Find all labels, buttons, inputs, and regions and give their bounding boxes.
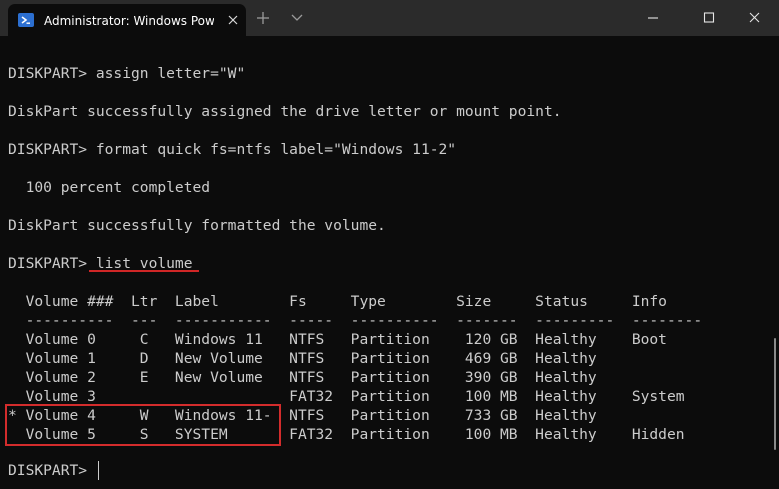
table-header: Volume ### Ltr Label Fs Type Size Status… — [8, 293, 667, 310]
terminal-window: Administrator: Windows PowerShell — [0, 0, 779, 489]
volume-highlight-box — [5, 404, 281, 446]
table-row: Volume 2 E New Volume NTFS Partition 390… — [8, 369, 597, 386]
close-icon[interactable] — [226, 13, 240, 27]
minimize-icon[interactable] — [644, 10, 662, 26]
scrollbar[interactable] — [774, 338, 776, 450]
tab-title: Administrator: Windows PowerShell — [44, 14, 214, 28]
table-separator: ---------- --- ----------- ----- -------… — [8, 312, 703, 329]
table-row: Volume 0 C Windows 11 NTFS Partition 120… — [8, 331, 667, 348]
table-row: Volume 1 D New Volume NTFS Partition 469… — [8, 350, 597, 367]
terminal-output[interactable]: DISKPART> assign letter="W" DiskPart suc… — [0, 36, 779, 489]
title-bar: Administrator: Windows PowerShell — [0, 0, 779, 36]
terminal-line: 100 percent completed — [8, 179, 211, 196]
plus-icon[interactable] — [254, 9, 272, 27]
terminal-line: DiskPart successfully formatted the volu… — [8, 217, 386, 234]
terminal-line: DISKPART> format quick fs=ntfs label="Wi… — [8, 141, 457, 158]
close-icon[interactable] — [746, 10, 764, 26]
command-prompt: DISKPART> — [8, 462, 96, 479]
command-underline — [89, 270, 199, 272]
terminal-line: DiskPart successfully assigned the drive… — [8, 103, 562, 120]
powershell-icon — [18, 12, 34, 28]
maximize-icon[interactable] — [700, 10, 718, 26]
terminal-line: DISKPART> assign letter="W" — [8, 65, 246, 82]
tab-powershell[interactable]: Administrator: Windows PowerShell — [8, 4, 246, 36]
chevron-down-icon[interactable] — [289, 12, 305, 24]
text-cursor — [98, 461, 99, 480]
